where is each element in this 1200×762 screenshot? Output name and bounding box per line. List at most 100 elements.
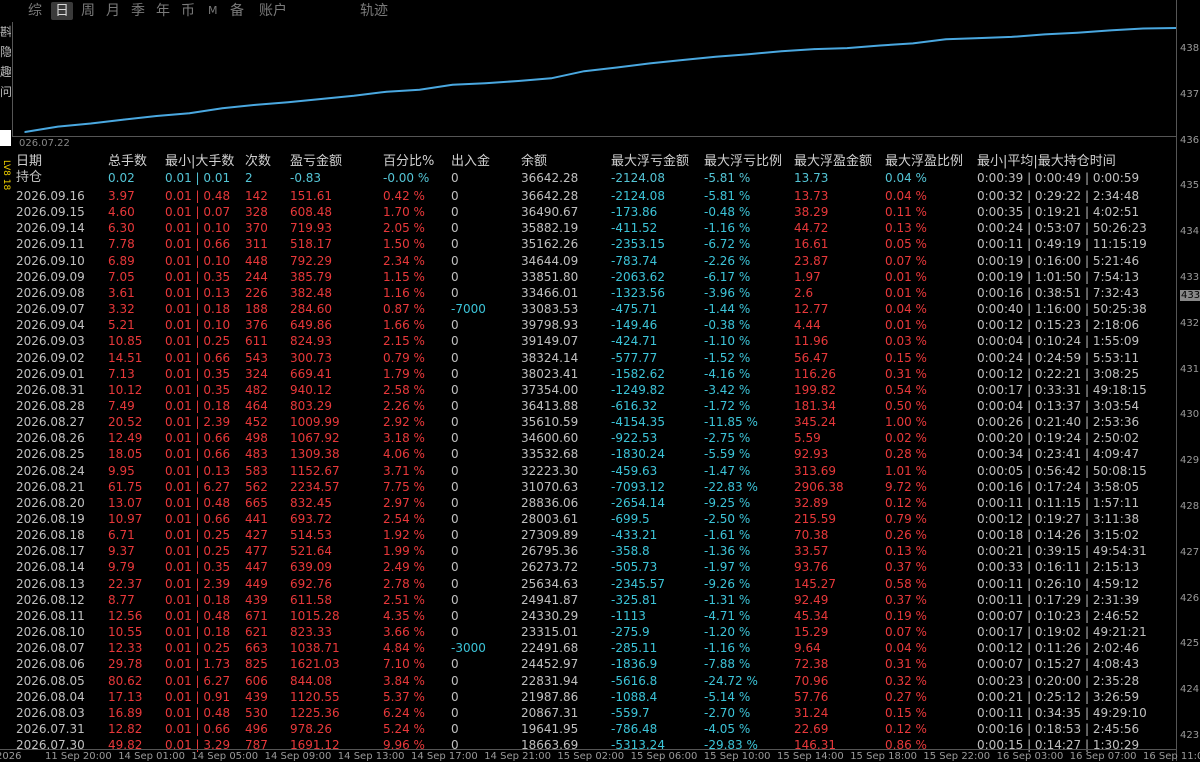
table-row[interactable]: 2026.07.31 12.82 0.01 | 0.66 496 978.26 5.24 … bbox=[12, 721, 1172, 737]
cell-maxgain: 1.97 bbox=[794, 269, 821, 284]
cell-count: 496 bbox=[245, 721, 268, 736]
table-row[interactable]: 2026.09.09 7.05 0.01 | 0.35 244 385.79 1.15 %… bbox=[12, 269, 1172, 285]
x-tick-label: 15 Sep 22:00 bbox=[923, 751, 991, 762]
tab-year[interactable]: 年 bbox=[156, 2, 170, 20]
table-row[interactable]: 2026.08.03 16.89 0.01 | 0.48 530 1225.36 6.24… bbox=[12, 705, 1172, 721]
column-header-flow[interactable]: 出入金 bbox=[451, 154, 490, 170]
column-header-balance[interactable]: 余额 bbox=[521, 154, 547, 170]
cell-minmax: 0.01 | 6.27 bbox=[165, 673, 231, 688]
cell-pct: 2.34 % bbox=[383, 253, 425, 268]
equity-point bbox=[353, 95, 355, 97]
cell-hold: 0:00:32 | 0:29:22 | 2:34:48 bbox=[977, 189, 1140, 203]
column-header-maxgainpct[interactable]: 最大浮盈比例 bbox=[885, 154, 963, 170]
cell-maxgain: 2.6 bbox=[794, 285, 814, 300]
table-row[interactable]: 2026.09.14 6.30 0.01 | 0.10 370 719.93 2.05 %… bbox=[12, 220, 1172, 236]
column-header-pct[interactable]: 百分比% bbox=[383, 154, 434, 170]
table-row[interactable]: 2026.08.25 18.05 0.01 | 0.66 483 1309.38 4.06… bbox=[12, 446, 1172, 462]
cell-pnl: 608.48 bbox=[290, 205, 332, 220]
table-row[interactable]: 2026.09.16 3.97 0.01 | 0.48 142 151.61 0.42 %… bbox=[12, 188, 1172, 204]
cell-lots: 7.05 bbox=[108, 269, 135, 284]
table-row[interactable]: 2026.08.17 9.37 0.01 | 0.25 477 521.64 1.99 %… bbox=[12, 543, 1172, 559]
table-row[interactable]: 2026.08.11 12.56 0.01 | 0.48 671 1015.28 4.35… bbox=[12, 608, 1172, 624]
table-row[interactable]: 2026.08.06 29.78 0.01 | 1.73 825 1621.03 7.10… bbox=[12, 656, 1172, 672]
table-row[interactable]: 2026.08.18 6.71 0.01 | 0.25 427 514.53 1.92 %… bbox=[12, 527, 1172, 543]
table-row[interactable]: 2026.08.13 22.37 0.01 | 2.39 449 692.76 2.78 … bbox=[12, 576, 1172, 592]
table-row[interactable]: 2026.09.02 14.51 0.01 | 0.66 543 300.73 0.79 … bbox=[12, 350, 1172, 366]
cell-maxloss: -699.5 bbox=[611, 512, 650, 526]
cell-lots: 16.89 bbox=[108, 705, 143, 720]
column-header-hold[interactable]: 最小|平均|最大持仓时间 bbox=[977, 154, 1116, 170]
cell-lots: 61.75 bbox=[108, 479, 143, 494]
table-row[interactable]: 2026.08.24 9.95 0.01 | 0.13 583 1152.67 3.71 … bbox=[12, 463, 1172, 479]
cell-maxgainpct: 0.03 % bbox=[885, 334, 927, 349]
tab-account[interactable]: 账户 bbox=[259, 2, 287, 20]
side-glyph[interactable]: 趣 bbox=[0, 62, 11, 82]
table-row[interactable]: 2026.09.03 10.85 0.01 | 0.25 611 824.93 2.15 … bbox=[12, 333, 1172, 349]
cell-maxloss: -5616.8 bbox=[611, 673, 658, 688]
x-tick-label: 14 Sep 13:00 bbox=[337, 751, 405, 762]
table-row[interactable]: 2026.08.26 12.49 0.01 | 0.66 498 1067.92 3.18… bbox=[12, 430, 1172, 446]
tab-summary[interactable]: 综 bbox=[28, 2, 42, 20]
column-header-lots[interactable]: 总手数 bbox=[108, 154, 147, 170]
cell-lots: 10.97 bbox=[108, 512, 143, 526]
cell-maxlosspct: -22.83 % bbox=[704, 479, 758, 494]
tab-track[interactable]: 轨迹 bbox=[360, 2, 388, 20]
equity-chart-svg bbox=[24, 27, 1176, 133]
cell-flow: 0 bbox=[451, 350, 459, 365]
cell-pct: 2.92 % bbox=[383, 415, 425, 430]
table-row[interactable]: 2026.09.11 7.78 0.01 | 0.66 311 518.17 1.50 %… bbox=[12, 236, 1172, 252]
table-row[interactable]: 2026.08.04 17.13 0.01 | 0.91 439 1120.55 5.37… bbox=[12, 689, 1172, 705]
tab-quarter[interactable]: 季 bbox=[131, 2, 145, 20]
table-row[interactable]: 2026.08.21 61.75 0.01 | 6.27 562 2234.57 7.75… bbox=[12, 479, 1172, 495]
cell-lots: 4.60 bbox=[108, 205, 135, 220]
cell-count: 562 bbox=[245, 479, 268, 494]
tab-month[interactable]: 月 bbox=[106, 2, 120, 20]
cell-maxloss: -475.71 bbox=[611, 302, 658, 317]
tab-week[interactable]: 周 bbox=[81, 2, 95, 20]
cell-date: 2026.09.07 bbox=[16, 302, 85, 317]
table-row[interactable]: 2026.09.08 3.61 0.01 | 0.13 226 382.48 1.16 %… bbox=[12, 285, 1172, 301]
cell-minmax: 0.01 | 0.66 bbox=[165, 431, 231, 446]
table-row[interactable]: 2026.09.01 7.13 0.01 | 0.35 324 669.41 1.79 %… bbox=[12, 366, 1172, 382]
column-header-maxgain[interactable]: 最大浮盈金额 bbox=[794, 154, 872, 170]
table-row[interactable]: 2026.09.10 6.89 0.01 | 0.10 448 792.29 2.34 %… bbox=[12, 253, 1172, 269]
position-pct: -0.00 % bbox=[383, 171, 430, 185]
side-glyph[interactable]: 问 bbox=[0, 82, 11, 102]
table-row[interactable]: 2026.08.10 10.55 0.01 | 0.18 621 823.33 3.66 … bbox=[12, 624, 1172, 640]
side-glyph[interactable]: 隐 bbox=[0, 42, 11, 62]
cell-minmax: 0.01 | 0.10 bbox=[165, 253, 231, 268]
cell-date: 2026.08.19 bbox=[16, 512, 85, 526]
table-row[interactable]: 2026.08.27 20.52 0.01 | 2.39 452 1009.99 2.92… bbox=[12, 414, 1172, 430]
column-header-date[interactable]: 日期 bbox=[16, 154, 42, 170]
column-header-pnl[interactable]: 盈亏金额 bbox=[290, 154, 342, 170]
table-row[interactable]: 2026.08.07 12.33 0.01 | 0.25 663 1038.71 4.84… bbox=[12, 640, 1172, 656]
cell-balance: 34644.09 bbox=[521, 253, 579, 268]
table-row[interactable]: 2026.08.05 80.62 0.01 | 6.27 606 844.08 3.84 … bbox=[12, 673, 1172, 689]
tab-m[interactable]: M bbox=[208, 2, 218, 20]
table-row[interactable]: 2026.08.19 10.97 0.01 | 0.66 441 693.72 2.54 … bbox=[12, 511, 1172, 527]
tab-backup[interactable]: 备 bbox=[230, 2, 244, 20]
column-header-maxloss[interactable]: 最大浮亏金额 bbox=[611, 154, 689, 170]
column-header-maxlosspct[interactable]: 最大浮亏比例 bbox=[704, 154, 782, 170]
column-header-count[interactable]: 次数 bbox=[245, 154, 271, 170]
cell-maxgainpct: 0.31 % bbox=[885, 366, 927, 381]
table-row[interactable]: 2026.09.07 3.32 0.01 | 0.18 188 284.60 0.87 %… bbox=[12, 301, 1172, 317]
x-tick-label: 16 Sep 03:00 bbox=[996, 751, 1064, 762]
table-row[interactable]: 2026.08.20 13.07 0.01 | 0.48 665 832.45 2.97 … bbox=[12, 495, 1172, 511]
cell-pct: 1.16 % bbox=[383, 285, 425, 300]
side-glyph[interactable]: 斟 bbox=[0, 22, 11, 42]
cell-hold: 0:00:40 | 1:16:00 | 50:25:38 bbox=[977, 302, 1147, 317]
tab-currency[interactable]: 币 bbox=[181, 2, 195, 20]
cell-maxgainpct: 0.54 % bbox=[885, 382, 927, 397]
table-row[interactable]: 2026.09.04 5.21 0.01 | 0.10 376 649.86 1.66 %… bbox=[12, 317, 1172, 333]
cell-maxgain: 4.44 bbox=[794, 318, 821, 333]
table-row[interactable]: 2026.08.31 10.12 0.01 | 0.35 482 940.12 2.58 … bbox=[12, 382, 1172, 398]
table-row[interactable]: 2026.08.12 8.77 0.01 | 0.18 439 611.58 2.51 %… bbox=[12, 592, 1172, 608]
table-row[interactable]: 2026.08.14 9.79 0.01 | 0.35 447 639.09 2.49 %… bbox=[12, 559, 1172, 575]
position-row[interactable]: 持仓 0.02 0.01 | 0.01 2 -0.83 -0.00 % 0 36642.28 -… bbox=[12, 170, 1172, 186]
column-header-minmax[interactable]: 最小|大手数 bbox=[165, 154, 234, 170]
table-row[interactable]: 2026.09.15 4.60 0.01 | 0.07 328 608.48 1.70 %… bbox=[12, 204, 1172, 220]
table-row[interactable]: 2026.08.28 7.49 0.01 | 0.18 464 803.29 2.26 %… bbox=[12, 398, 1172, 414]
cell-pnl: 1067.92 bbox=[290, 431, 340, 446]
tab-day[interactable]: 日 bbox=[51, 2, 73, 20]
